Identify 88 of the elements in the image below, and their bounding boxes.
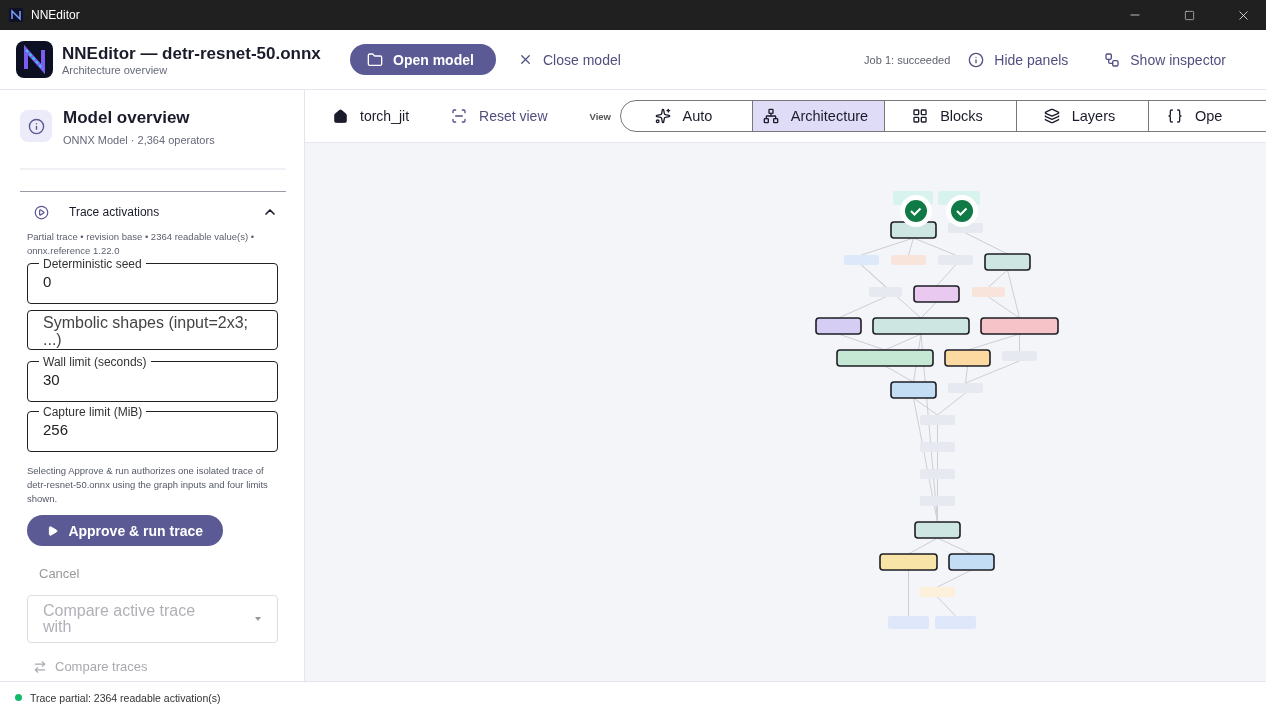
graph-node[interactable] [920, 415, 955, 425]
view-tab[interactable]: Auto [620, 100, 753, 132]
graph-edge [838, 333, 886, 351]
approve-run-button[interactable]: Approve & run trace [27, 515, 223, 547]
close-model-button[interactable]: Close model [512, 51, 627, 68]
grid-icon [912, 108, 929, 124]
swap-icon [33, 659, 47, 674]
check-icon [900, 195, 932, 227]
graph-node[interactable] [844, 255, 879, 265]
braces-icon [1167, 108, 1183, 124]
graph-edge [908, 537, 938, 555]
status-text: Trace partial: 2364 readable activation(s) [30, 691, 221, 704]
play-icon [47, 524, 59, 537]
graph-node[interactable] [914, 521, 961, 539]
graph-node[interactable] [920, 469, 955, 479]
graph-node[interactable] [938, 255, 973, 265]
window-title: NNEditor [31, 8, 81, 22]
graph-edge [937, 596, 956, 617]
play-icon [34, 204, 49, 220]
reset-view-button[interactable]: Reset view [445, 108, 554, 124]
job-status: Job 1: succeeded [864, 53, 951, 66]
panel-title: Model overview [63, 108, 191, 128]
check-icon [946, 195, 978, 227]
trace-activations-header[interactable]: Trace activations [20, 204, 286, 220]
maximize-icon [1183, 9, 1195, 21]
input-field[interactable]: 0 [43, 271, 262, 292]
network-icon [762, 108, 779, 124]
panel-subtitle: ONNX Model · 2,364 operators [63, 134, 215, 146]
view-tab[interactable]: Blocks [884, 100, 1017, 132]
graph-node[interactable] [1002, 351, 1037, 361]
graph-root-button[interactable]: torch_jit [327, 108, 416, 124]
approval-note: Selecting Approve & run authorizes one isolated trace of detr-resnet-50.onnx using the graph inputs and four limits shown. [27, 463, 269, 507]
tree-icon [1104, 51, 1121, 68]
app-title: NNEditor — detr-resnet-50.onnx [62, 43, 322, 64]
info-icon [20, 110, 52, 142]
view-label: View [589, 110, 611, 122]
field-label: Deterministic seed [42, 257, 143, 270]
graph-edge [965, 232, 1008, 255]
graph-node[interactable] [872, 317, 970, 335]
graph-node[interactable] [888, 616, 929, 629]
graph-node[interactable] [980, 317, 1059, 335]
graph-edge [908, 569, 909, 617]
close-icon [518, 52, 533, 67]
graph-node[interactable] [920, 442, 955, 452]
graph-node[interactable] [815, 317, 862, 335]
app-icon [9, 8, 23, 22]
view-tab[interactable]: Layers [1016, 100, 1149, 132]
home-icon [333, 108, 348, 124]
field-label: Wall limit (seconds) [42, 355, 148, 368]
graph-node[interactable] [869, 287, 902, 297]
app-logo [16, 41, 53, 78]
graph-node[interactable] [984, 253, 1031, 271]
sparkle-icon [654, 108, 671, 124]
frame-icon [451, 108, 468, 124]
folder-icon [367, 51, 383, 68]
hide-panels-button[interactable]: Hide panels [962, 51, 1075, 68]
view-tab[interactable]: Ope [1148, 100, 1266, 132]
graph-node[interactable] [891, 255, 926, 265]
info-icon [968, 51, 985, 68]
show-inspector-button[interactable]: Show inspector [1098, 51, 1232, 68]
caret-icon [253, 616, 263, 623]
graph-node[interactable] [948, 553, 995, 571]
graph-edge [936, 264, 956, 287]
field-label: Capture limit (MiB) [42, 405, 144, 418]
graph-node[interactable] [920, 496, 955, 506]
graph-edge [937, 569, 972, 588]
graph-node[interactable] [935, 616, 976, 629]
text-field[interactable]: Deterministic seed 0 [27, 257, 278, 304]
graph-edge [937, 537, 972, 555]
graph-node[interactable] [948, 383, 983, 393]
input-field[interactable]: 30 [43, 369, 262, 390]
graph-node[interactable] [944, 349, 991, 367]
graph-node[interactable] [920, 587, 955, 597]
graph-node[interactable] [913, 285, 960, 303]
trace-info: Partial trace • revision base • 2364 readable value(s) • onnx.reference 1.22.0 [27, 230, 255, 258]
graph-node[interactable] [972, 287, 1005, 297]
text-field[interactable]: Capture limit (MiB) 256 [27, 405, 278, 452]
open-model-button[interactable]: Open model [350, 44, 496, 75]
graph-node[interactable] [836, 349, 934, 367]
layers-icon [1043, 108, 1060, 124]
status-dot [15, 694, 22, 701]
app-subtitle: Architecture overview [62, 63, 169, 76]
graph-node[interactable] [890, 381, 937, 399]
text-field[interactable]: Wall limit (seconds) 30 [27, 355, 278, 402]
graph-node[interactable] [879, 553, 938, 571]
input-field[interactable]: 256 [43, 419, 262, 440]
view-tab[interactable]: Architecture [752, 100, 885, 132]
input-field[interactable]: Symbolic shapes (input=2x3; ...) [27, 309, 278, 350]
